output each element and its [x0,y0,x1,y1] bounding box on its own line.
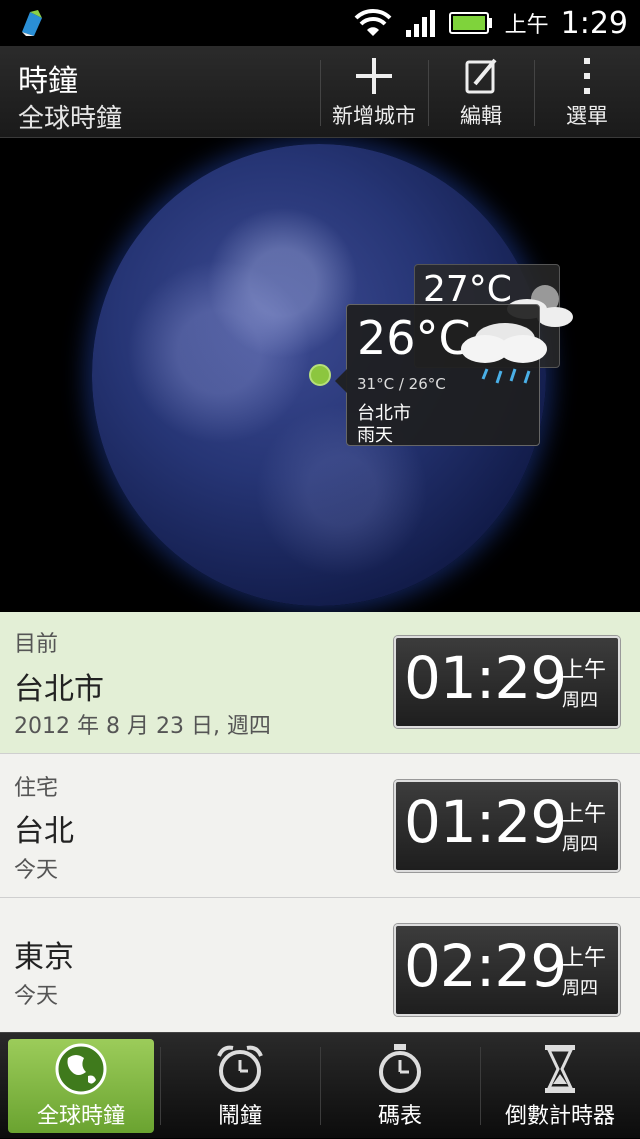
time-display: 01:29 上午 周四 [394,780,620,872]
divider [480,1047,481,1125]
tab-countdown-timer[interactable]: 倒數計時器 [482,1033,638,1139]
wifi-icon [354,8,392,36]
clock-row-current[interactable]: 目前 台北市 2012 年 8 月 23 日, 週四 01:29 上午 周四 [0,612,640,754]
clock-weekday: 周四 [562,978,598,999]
clock-ampm: 上午 [562,658,607,683]
status-bar: 上午 1:29 [0,0,640,46]
row-city: 台北市 [14,672,104,707]
bottom-nav: 全球時鐘 鬧鐘 碼表 倒數計時器 [0,1032,640,1138]
add-city-button[interactable]: 新增城市 [322,46,426,138]
hourglass-icon [545,1045,575,1093]
edit-button[interactable]: 編輯 [430,46,532,138]
tab-stopwatch[interactable]: 碼表 [322,1033,478,1139]
globe-icon [55,1043,107,1095]
tab-world-clock[interactable]: 全球時鐘 [8,1039,154,1133]
clock-list: 目前 台北市 2012 年 8 月 23 日, 週四 01:29 上午 周四 住… [0,612,640,1032]
weather-card[interactable]: 26°C 31°C / 26°C 台北市 雨天 [335,304,547,446]
app-subtitle: 全球時鐘 [18,104,123,134]
edit-icon [465,58,497,94]
divider [320,60,321,126]
row-date: 2012 年 8 月 23 日, 週四 [14,714,271,739]
battery-icon [448,12,492,34]
status-ampm: 上午 [504,13,549,38]
menu-button[interactable]: 選單 [536,46,638,138]
overflow-menu-icon [584,58,590,94]
divider [160,1047,161,1125]
add-city-label: 新增城市 [332,104,416,128]
app-title: 時鐘 [18,64,78,99]
stopwatch-icon [379,1044,421,1093]
row-day: 今天 [14,984,59,1009]
row-city: 東京 [14,940,74,975]
weather-temp: 26°C [357,311,471,365]
tab-label: 全球時鐘 [36,1104,125,1129]
divider [428,60,429,126]
clock-ampm: 上午 [562,802,607,827]
weather-range: 31°C / 26°C [357,375,446,393]
clock-time: 01:29 [404,788,567,856]
tab-alarm[interactable]: 鬧鐘 [162,1033,318,1139]
globe-view[interactable]: 27°C 26°C 31°C / 26°C 台北市 雨天 [0,138,640,612]
action-bar: 時鐘 全球時鐘 新增城市 編輯 選單 [0,46,640,138]
row-city: 台北 [14,814,74,849]
menu-label: 選單 [566,104,608,128]
tab-label: 倒數計時器 [504,1104,615,1129]
clock-time: 02:29 [404,932,567,1000]
clock-row-tokyo[interactable]: 東京 今天 02:29 上午 周四 [0,898,640,1032]
clock-weekday: 周四 [562,834,598,855]
app-notification-icon [22,10,42,36]
alarm-clock-icon [217,1045,263,1092]
time-display: 02:29 上午 周四 [394,924,620,1016]
weather-card-pointer [335,369,347,393]
clock-ampm: 上午 [562,946,607,971]
clock-time: 01:29 [404,644,567,712]
tab-label: 碼表 [377,1104,422,1129]
divider [534,60,535,126]
edit-label: 編輯 [460,104,502,128]
divider [320,1047,321,1125]
weather-condition: 雨天 [357,425,393,446]
clock-weekday: 周四 [562,690,598,711]
city-marker[interactable] [309,364,331,386]
tab-label: 鬧鐘 [217,1104,262,1129]
row-label: 目前 [14,632,59,657]
status-time: 1:29 [560,5,628,41]
clock-row-home[interactable]: 住宅 台北 今天 01:29 上午 周四 [0,754,640,898]
rain-cloud-icon [461,323,547,384]
row-label: 住宅 [14,776,59,801]
signal-icon [405,10,435,37]
time-display: 01:29 上午 周四 [394,636,620,728]
row-day: 今天 [14,858,59,883]
plus-icon [356,58,392,94]
